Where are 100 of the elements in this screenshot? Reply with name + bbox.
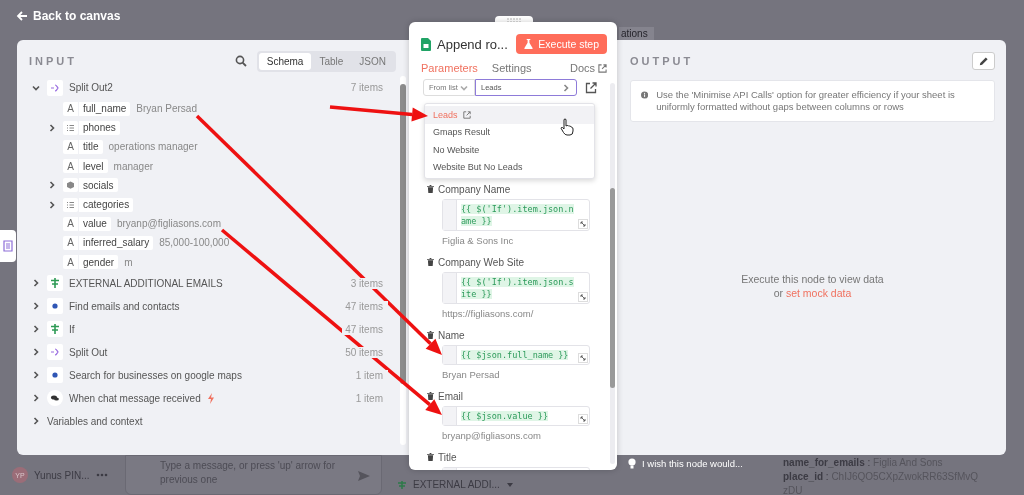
expand-icon [578, 219, 588, 229]
chevron-right-icon [47, 180, 57, 191]
menu-option[interactable]: Gmaps Result [425, 123, 594, 141]
trash-icon [427, 185, 434, 193]
feedback-link[interactable]: I wish this node would... [628, 458, 743, 469]
split-node-icon [47, 344, 63, 361]
field-label: Company Web Site [438, 256, 524, 268]
chevron-right-icon [31, 416, 41, 427]
cube-icon [63, 178, 78, 193]
preview-text: Figlia & Sons Inc [442, 235, 515, 246]
info-icon [641, 89, 649, 101]
field-label: Name [438, 329, 465, 341]
field-key[interactable]: phones [79, 120, 120, 135]
type-glyph: A [63, 235, 78, 250]
field-key[interactable]: value [79, 216, 111, 231]
expand-icon [578, 292, 588, 302]
external-link-icon [585, 81, 597, 94]
preview-text: bryanp@figliasons.com [442, 430, 542, 441]
lightbulb-icon [628, 458, 636, 469]
type-glyph: A [63, 255, 78, 270]
tab[interactable]: ations [619, 27, 654, 40]
signpost-icon [397, 479, 407, 490]
scrollbar[interactable] [610, 83, 615, 464]
chevron-right-icon [47, 199, 57, 210]
view-tab[interactable]: Table [311, 52, 352, 70]
scrollbar[interactable] [400, 76, 406, 445]
field-key[interactable]: socials [79, 178, 118, 193]
node-name: Split Out2 [69, 82, 113, 93]
arrow-left-icon [16, 10, 28, 22]
signpost-icon [47, 275, 63, 292]
side-tab[interactable] [0, 230, 16, 262]
view-tab[interactable]: Schema [258, 52, 312, 70]
tree-node[interactable]: If 47 items [31, 317, 388, 341]
caret-icon [505, 481, 514, 488]
chevron-right-icon [47, 122, 57, 133]
external-link-icon [598, 63, 607, 73]
menu-option[interactable]: Website But No Leads [425, 158, 594, 176]
tree-node[interactable]: EXTERNAL ADDITIONAL EMAILS 3 items [31, 271, 388, 295]
external-link-icon [462, 110, 471, 119]
tab[interactable]: Settings [491, 62, 532, 74]
node-name: EXTERNAL ADDITIONAL EMAILS [69, 277, 223, 289]
node-name: Search for businesses on google maps [69, 369, 242, 381]
chevron-right-icon [561, 82, 571, 93]
field-value: Bryan Persad [136, 103, 197, 115]
empty-message: Execute this node to view data [741, 272, 884, 286]
node-name: If [69, 323, 75, 335]
expand-icon [578, 414, 588, 424]
expand-icon [578, 353, 588, 363]
field-key[interactable]: title [79, 139, 103, 154]
send-icon [357, 470, 371, 482]
field-key[interactable]: gender [79, 255, 119, 270]
search-icon [234, 55, 247, 67]
type-glyph: A [63, 159, 78, 174]
chevron-right-icon [31, 278, 41, 289]
tree-node[interactable]: Split Out 50 items [31, 340, 388, 364]
user-name: Yunus PIN... [34, 469, 90, 481]
field-value: manager [113, 160, 154, 172]
chevron-right-icon [31, 393, 41, 404]
tree-node[interactable]: Search for businesses on google maps 1 item [31, 363, 388, 387]
menu-option[interactable]: No Website [425, 141, 594, 159]
field-label: Email [438, 390, 463, 402]
field-key[interactable]: full_name [79, 101, 131, 116]
list-icon [3, 240, 13, 252]
preview-text: Bryan Persad [442, 369, 501, 380]
back-button[interactable]: Back to canvas [14, 7, 123, 25]
more-icon [95, 473, 108, 477]
node-name: When chat message received [69, 392, 201, 404]
signpost-icon [47, 321, 63, 338]
spreadsheet-icon [421, 37, 431, 51]
chevron-right-icon [31, 301, 41, 312]
list-icon [63, 120, 78, 135]
tree-node[interactable]: Variables and context [31, 409, 388, 433]
flask-icon [524, 39, 534, 49]
field-label: Company Name [438, 183, 511, 195]
field-key[interactable]: categories [79, 197, 134, 212]
tab[interactable]: Docs [569, 62, 607, 74]
chevron-right-icon [31, 347, 41, 358]
type-glyph: A [63, 101, 78, 116]
chevron-right-icon [31, 324, 41, 335]
tree-node[interactable]: Split Out2 7 items [31, 76, 388, 99]
tree-node[interactable]: Find emails and contacts 47 items [31, 294, 388, 318]
node-name: Variables and context [47, 415, 143, 427]
notice-text: Use the 'Minimise API Calls' option for greater efficiency if your sheet is uniformly formatted without gaps between columns or rows [656, 89, 956, 113]
field-key[interactable]: level [79, 159, 108, 174]
trash-icon [427, 453, 434, 461]
field-key[interactable]: inferred_salary [79, 235, 154, 250]
node-title: Append ro... [437, 36, 508, 52]
edit-button[interactable] [972, 52, 995, 70]
pencil-icon [978, 55, 989, 67]
tree-node[interactable]: When chat message received 1 item [31, 386, 388, 410]
type-glyph: A [63, 139, 78, 154]
chevron-right-icon [31, 370, 41, 381]
mock-data-hint: or set mock data [773, 286, 852, 300]
node-name: Split Out [69, 346, 108, 358]
hand-cursor-icon [560, 118, 574, 136]
view-tab[interactable]: JSON [351, 52, 394, 70]
panel-title: OUTPUT [630, 55, 694, 67]
item-count: 47 items [342, 300, 388, 312]
node-name: Find emails and contacts [69, 300, 180, 312]
node-name: EXTERNAL ADDI... [413, 479, 500, 490]
